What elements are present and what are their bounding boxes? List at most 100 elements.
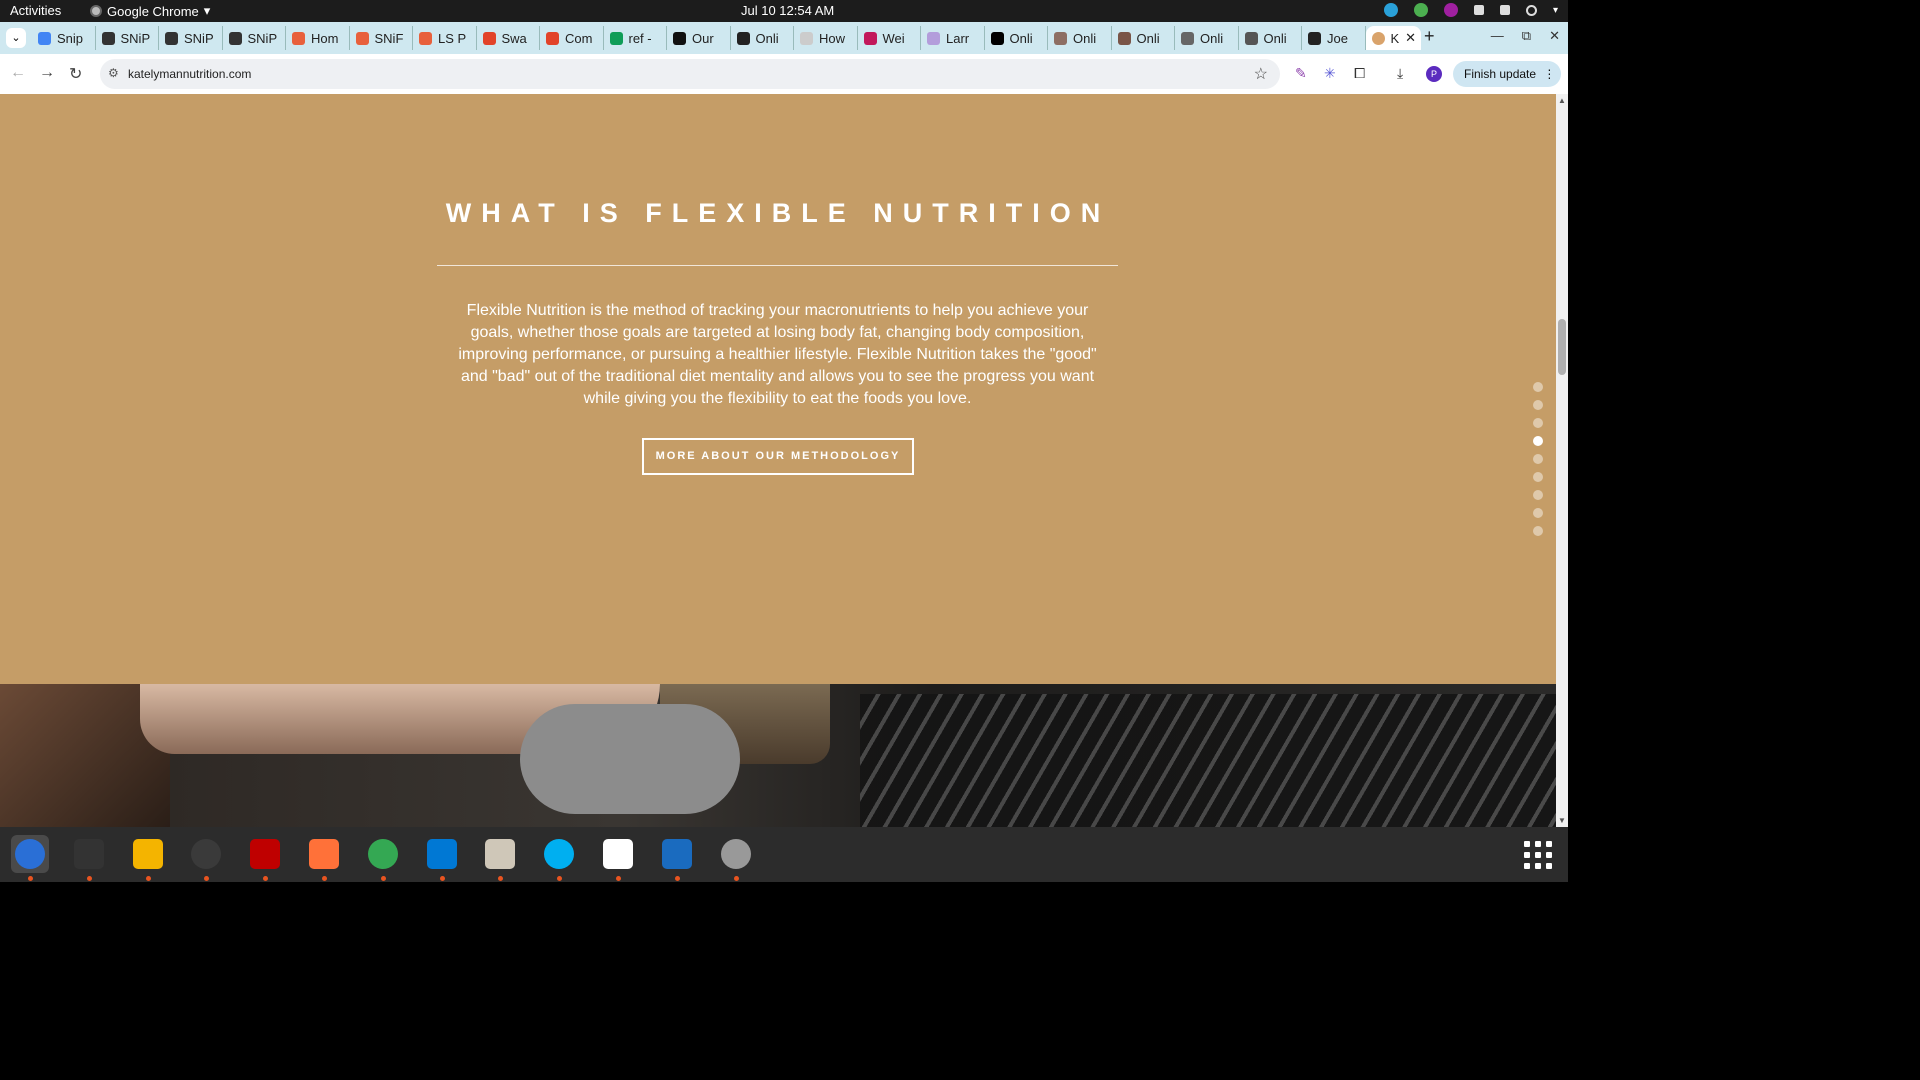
section-nav-dot[interactable] [1533,508,1543,518]
clock[interactable]: Jul 10 12:54 AM [741,3,834,18]
address-bar[interactable]: ⚙ katelymannutrition.com ☆ [100,59,1280,89]
tab-label: Onli [1073,30,1097,46]
disks-icon[interactable] [717,835,755,873]
back-button[interactable]: ← [10,64,26,82]
sparkle-extension-icon[interactable]: ✳ [1324,65,1336,82]
more-menu-icon[interactable]: ⋮ [1543,67,1555,81]
text-editor-icon[interactable] [599,835,637,873]
calculator-icon[interactable] [129,835,167,873]
extensions-puzzle-icon[interactable]: ⧠ [1354,65,1365,82]
skype-icon[interactable] [540,835,578,873]
thunderbird-icon[interactable] [11,835,49,873]
browser-tab[interactable]: SNiP [223,26,286,50]
dock [0,827,1568,882]
scrollbar-thumb[interactable] [1558,319,1566,375]
vscode-icon[interactable] [423,835,461,873]
scroll-down-icon[interactable]: ▼ [1558,816,1566,825]
extension-icon[interactable] [1443,3,1458,17]
tab-label: Com [565,30,593,46]
tab-search-button[interactable]: ⌄ [6,28,26,48]
tab-favicon-icon [1054,31,1067,45]
finish-update-button[interactable]: Finish update ⋮ [1453,61,1561,87]
libreoffice-writer-icon[interactable] [658,835,696,873]
browser-tab[interactable]: Com [540,26,604,50]
page-scrollbar[interactable]: ▲ ▼ [1556,94,1568,827]
running-indicator [616,876,621,881]
tab-label: SNiF [374,30,404,46]
shield-icon[interactable] [1413,3,1428,17]
show-apps-icon[interactable] [1524,841,1552,869]
scroll-up-icon[interactable]: ▲ [1558,96,1566,105]
methodology-button[interactable]: MORE ABOUT OUR METHODOLOGY [642,438,914,475]
browser-tab[interactable]: Onli [731,26,794,50]
download-icon[interactable]: ⤓ [1397,65,1403,82]
app-menu[interactable]: Google Chrome ▾ [90,3,210,19]
tab-favicon-icon [863,31,877,45]
browser-tab[interactable]: Our [667,26,731,50]
close-tab-icon[interactable]: ✕ [1405,30,1416,46]
running-indicator [439,876,445,881]
browser-tab[interactable]: Onli [985,26,1048,50]
sync-icon[interactable] [1383,3,1398,17]
tab-favicon-icon [1117,31,1131,45]
browser-tab[interactable]: Larr [921,26,985,50]
tab-label: Larr [946,30,970,46]
terminal-icon[interactable] [70,835,108,873]
minimize-button[interactable]: — [1491,28,1504,44]
pen-extension-icon[interactable]: ✎ [1295,65,1307,82]
chevron-down-icon[interactable]: ▾ [1553,5,1558,16]
firefox-icon[interactable] [305,835,343,873]
section-nav-dot[interactable] [1533,454,1543,464]
window-controls: — ⧉ ✕ [1491,28,1560,44]
chrome-icon[interactable] [364,835,402,873]
browser-tab[interactable]: SNiP [96,26,159,50]
browser-tab[interactable]: Onli [1112,26,1175,50]
section-nav-dot[interactable] [1533,472,1543,482]
section-nav-dot[interactable] [1533,400,1543,410]
section-body: Flexible Nutrition is the method of trac… [458,302,1097,407]
tab-favicon-icon [292,31,305,45]
tab-label: Joe [1327,30,1348,46]
tab-label: Onli [1136,30,1160,46]
tab-favicon-icon [990,31,1004,45]
section-nav-dot[interactable] [1533,490,1543,500]
new-tab-button[interactable]: + [1424,26,1435,47]
browser-tab[interactable]: Snip [32,26,96,50]
browser-tab[interactable]: Onli [1239,26,1302,50]
tab-label: ref - [628,30,652,46]
browser-tab[interactable]: ref - [604,26,667,50]
section-nav-dot[interactable] [1533,382,1543,392]
activities-button[interactable]: Activities [10,3,61,18]
power-icon[interactable] [1525,4,1537,16]
browser-tab[interactable]: Hom [286,26,350,50]
browser-tab[interactable]: Onli [1175,26,1239,50]
section-nav-dot[interactable] [1533,436,1543,446]
close-window-button[interactable]: ✕ [1549,28,1560,44]
browser-tab-active[interactable]: K ✕ [1365,26,1421,50]
browser-tab[interactable]: SNiF [350,26,413,50]
restore-button[interactable]: ⧉ [1522,28,1531,44]
url-text[interactable]: katelymannutrition.com [128,67,251,81]
volume-icon[interactable] [1499,5,1510,15]
system-tray[interactable]: ▾ [1383,3,1558,17]
reload-button[interactable]: ↻ [69,64,82,84]
chrome-icon [90,5,102,17]
system-monitor-icon[interactable] [187,835,225,873]
browser-tab[interactable]: Swa [477,26,540,50]
files-icon[interactable] [481,835,519,873]
browser-tab[interactable]: How [794,26,858,50]
browser-tab[interactable]: Onli [1048,26,1112,50]
browser-tab[interactable]: Wei [858,26,921,50]
browser-tab[interactable]: LS P [413,26,477,50]
forward-button[interactable]: → [39,64,55,82]
site-info-icon[interactable]: ⚙ [108,66,119,80]
tab-label: Our [692,30,714,46]
filezilla-icon[interactable] [246,835,284,873]
profile-avatar[interactable]: P [1426,66,1442,82]
section-nav-dot[interactable] [1533,418,1543,428]
browser-tab[interactable]: SNiP [159,26,223,50]
browser-tab[interactable]: Joe [1302,26,1366,50]
network-icon[interactable] [1473,5,1484,15]
bookmark-star-icon[interactable]: ☆ [1254,64,1268,84]
section-nav-dot[interactable] [1533,526,1543,536]
